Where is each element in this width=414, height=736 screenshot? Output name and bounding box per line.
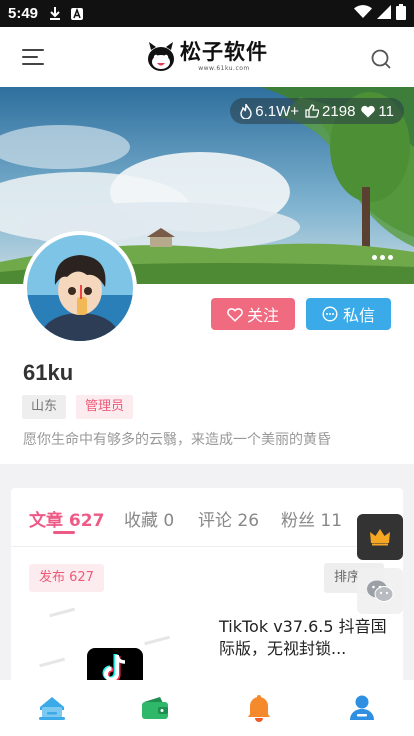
role-tag: 管理员 — [76, 395, 134, 419]
app-icon — [70, 7, 84, 21]
follow-label: 关注 — [246, 306, 279, 325]
more-options-icon[interactable] — [372, 255, 394, 265]
crown-icon — [370, 529, 390, 546]
logo-subtitle: www.61ku.com — [198, 65, 250, 72]
avatar-image — [27, 235, 133, 341]
publish-count-badge: 发布 627 — [29, 564, 104, 592]
screen: 5:49 松子软件 www.61ku.com 6.1W+ 2198 11 关注 … — [0, 0, 414, 736]
nav-profile[interactable] — [332, 680, 392, 736]
location-tag: 山东 — [22, 395, 67, 419]
app-logo[interactable]: 松子软件 www.61ku.com — [146, 40, 268, 74]
favorites-stat: 11 — [361, 103, 394, 120]
message-label: 私信 — [342, 306, 375, 325]
wallet-icon — [142, 697, 169, 719]
app-header: 松子软件 www.61ku.com — [0, 27, 414, 87]
home-icon — [38, 697, 65, 720]
views-stat: 6.1W+ — [240, 103, 299, 120]
tab-comments[interactable]: 评论 26 — [198, 506, 259, 531]
active-tab-indicator — [53, 531, 75, 534]
profile-tags: 山东 管理员 — [22, 395, 134, 419]
wechat-icon — [367, 580, 394, 602]
favorites-count: 11 — [378, 102, 394, 120]
tab-fans[interactable]: 粉丝 11 — [281, 506, 342, 531]
stats-pill: 6.1W+ 2198 11 — [230, 98, 404, 124]
bell-icon — [247, 695, 270, 722]
user-icon — [350, 695, 375, 720]
wifi-icon — [354, 4, 372, 23]
fire-icon — [240, 103, 252, 119]
nav-home[interactable] — [22, 680, 82, 736]
vip-crown-button[interactable] — [357, 514, 403, 560]
download-icon — [48, 6, 62, 21]
likes-count: 2198 — [322, 102, 356, 120]
heart-outline-icon — [227, 307, 243, 322]
likes-stat: 2198 — [305, 103, 355, 120]
status-time: 5:49 — [8, 5, 39, 22]
bottom-nav — [0, 680, 414, 736]
content-card: 文章 627 收藏 0 评论 26 粉丝 11 发布 627 排序 TikTok… — [11, 488, 403, 691]
profile-bio: 愿你生命中有够多的云翳，来造成一个美丽的黄昏 — [23, 432, 331, 448]
profile-tabs: 文章 627 收藏 0 评论 26 粉丝 11 — [11, 488, 403, 547]
menu-icon[interactable] — [22, 49, 44, 67]
chat-bubble-icon — [322, 306, 338, 322]
wechat-button[interactable] — [357, 568, 403, 614]
signal-icon — [377, 4, 391, 23]
logo-mascot-icon — [148, 42, 174, 71]
status-bar: 5:49 — [0, 0, 414, 27]
tab-favorites[interactable]: 收藏 0 — [124, 506, 174, 531]
article-title[interactable]: TikTok v37.6.5 抖音国际版，无视封锁... — [219, 616, 387, 660]
message-button[interactable]: 私信 — [306, 298, 391, 330]
views-count: 6.1W+ — [255, 102, 300, 120]
avatar[interactable] — [23, 231, 137, 345]
follow-button[interactable]: 关注 — [211, 298, 295, 330]
heart-icon — [361, 105, 376, 117]
nav-wallet[interactable] — [125, 680, 185, 736]
nav-notifications[interactable] — [229, 680, 289, 736]
battery-icon — [396, 3, 406, 24]
status-right — [354, 3, 406, 24]
search-icon[interactable] — [370, 48, 392, 70]
tab-articles[interactable]: 文章 627 — [29, 506, 104, 531]
logo-text: 松子软件 — [180, 40, 268, 64]
username: 61ku — [23, 360, 74, 385]
thumbs-up-icon — [305, 104, 320, 118]
